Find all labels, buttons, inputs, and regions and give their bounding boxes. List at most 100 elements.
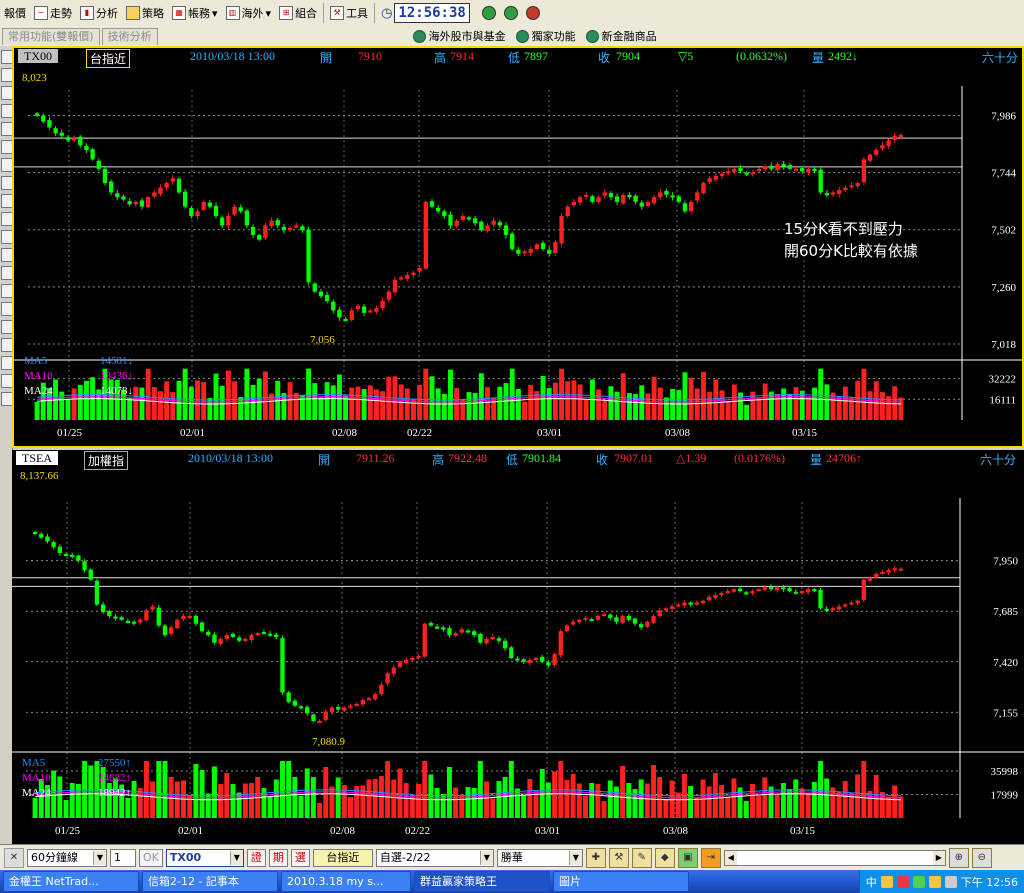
futures-button[interactable]: 期 (268, 848, 288, 867)
scroll-right-icon[interactable]: ▶ (932, 850, 945, 865)
volume-bar (644, 783, 650, 818)
combo-icon: ⊞ (279, 6, 294, 20)
export-icon[interactable]: ▣ (677, 847, 698, 868)
candle-body (138, 619, 143, 623)
volume-bar (539, 769, 545, 818)
taskbar: 金權王 NetTrad... 信箱2-12 - 記事本 2010.3.18 my… (0, 870, 1024, 893)
pencil-icon[interactable]: ✎ (631, 847, 652, 868)
toolbar-overseas[interactable]: ▥ 海外 ▾ (222, 2, 276, 24)
task-label: 圖片 (559, 875, 581, 888)
volume-bar (719, 785, 725, 818)
candle-body (485, 225, 490, 231)
candle-body (836, 606, 842, 610)
ime-indicator[interactable]: 中 (866, 874, 877, 890)
options-button[interactable]: 選 (290, 848, 310, 867)
candle-body (71, 138, 77, 141)
candle-body (355, 305, 361, 310)
candle-body (676, 604, 681, 607)
candle-body (540, 242, 546, 250)
crosshair-icon[interactable]: ✚ (585, 847, 606, 868)
toolbar-trend[interactable]: ~ 走勢 (30, 2, 76, 24)
candle-body (57, 546, 62, 553)
candle-body (669, 606, 675, 609)
tray-icon[interactable] (912, 875, 925, 888)
toolbar-account[interactable]: ▦ 帳務 ▾ (168, 2, 222, 24)
volume-bar (645, 393, 651, 420)
candle-body (658, 192, 663, 198)
volume-bar (366, 779, 372, 818)
horizontal-scrollbar[interactable]: ◀ ▶ (723, 849, 946, 866)
toolbar-quote[interactable]: 報價 (0, 2, 30, 24)
eraser-icon[interactable]: ◆ (654, 847, 675, 868)
ok-button[interactable]: OK (139, 848, 163, 867)
task-item[interactable]: 2010.3.18 my s... (281, 871, 411, 892)
volume-bar (861, 368, 867, 420)
candle-body (423, 201, 428, 269)
volume-bar (818, 761, 823, 818)
collapse-icon[interactable]: ✕ (4, 847, 24, 868)
task-item[interactable]: 金權王 NetTrad... (3, 871, 139, 892)
x-tick-label: 02/08 (330, 825, 356, 837)
candle-body (380, 301, 385, 309)
link-exclusive[interactable]: 獨家功能 (515, 28, 576, 44)
ma24-name: MA24 (24, 385, 53, 397)
toolbar-analysis[interactable]: ▮ 分析 (76, 2, 122, 24)
chevron-down-icon: ▼ (568, 850, 582, 865)
broker-select[interactable]: 勝華 ▼ (496, 848, 583, 867)
task-item[interactable]: 群益贏家策略王 (414, 871, 550, 892)
chart-panel-tsea[interactable]: TSEA 加權指 2010/03/18 13:00 開 7911.26 高 79… (12, 450, 1024, 844)
volume-icon[interactable] (944, 875, 957, 888)
volume-bar (824, 778, 830, 818)
zoom-out-icon[interactable]: ⊖ (971, 847, 992, 868)
candle-body (386, 291, 391, 300)
task-item[interactable]: 信箱2-12 - 記事本 (142, 871, 278, 892)
x-tick-label: 03/08 (663, 825, 689, 837)
globe-icon (412, 29, 426, 43)
symbol-input[interactable]: TX00 ▼ (165, 848, 244, 867)
green-circle-button[interactable] (481, 6, 496, 20)
tray-icon[interactable] (896, 875, 909, 888)
toolbar-tools[interactable]: ⚒ 工具 (326, 2, 372, 24)
toolbar-strategy[interactable]: 策略 (122, 2, 168, 24)
tab-tech-analysis[interactable]: 技術分析 (101, 27, 158, 45)
tray-icon[interactable] (880, 875, 893, 888)
candle-body (212, 634, 217, 643)
chart-panel-tx00[interactable]: TX00 台指近 2010/03/18 13:00 開 7910 高 7914 … (12, 46, 1024, 448)
stock-button[interactable]: 證 (246, 848, 266, 867)
candle-body (867, 577, 873, 581)
main-toolbar: 報價 ~ 走勢 ▮ 分析 策略 ▦ 帳務 ▾ ▥ 海外 ▾ ⊞ 組合 ⚒ 工具 ◷ 12:56:3… (0, 0, 1024, 27)
wrench-icon[interactable]: ⚒ (608, 847, 629, 868)
green-circle-button-2[interactable] (503, 6, 518, 20)
volume-bar (262, 371, 268, 420)
candle-body (769, 165, 774, 169)
volume-bar (403, 783, 409, 818)
x-tick-label: 02/22 (407, 427, 432, 439)
candle-body (312, 283, 317, 292)
period-select[interactable]: 60分鐘線 ▼ (27, 848, 107, 867)
secondary-toolbar: 常用功能(雙報價) 技術分析 海外股市與基金 獨家功能 新金融商品 (0, 26, 1024, 47)
count-input[interactable]: 1 (110, 848, 136, 867)
volume-bar (448, 369, 453, 420)
volume-bar (725, 401, 731, 420)
link-overseas-stocks[interactable]: 海外股市與基金 (412, 28, 506, 44)
tab-common[interactable]: 常用功能(雙報價) (2, 27, 100, 45)
toolbar-combo[interactable]: ⊞ 組合 (275, 2, 321, 24)
candle-body (348, 705, 353, 708)
watchlist-select[interactable]: 自選-2/22 ▼ (375, 848, 494, 867)
tray-icon[interactable] (928, 875, 941, 888)
candle-body (799, 591, 805, 594)
candle-body (189, 208, 194, 217)
candle-body (244, 210, 250, 226)
candle-body (521, 659, 526, 662)
candle-body (768, 586, 774, 590)
y-tick-label: 7,260 (991, 282, 1016, 294)
red-circle-button[interactable] (525, 6, 540, 20)
task-item[interactable]: 圖片 (553, 871, 689, 892)
scroll-left-icon[interactable]: ◀ (724, 850, 737, 865)
zoom-in-icon[interactable]: ⊕ (948, 847, 969, 868)
volume-bar (731, 778, 737, 818)
link-new-products[interactable]: 新金融商品 (585, 28, 657, 44)
candle-body (428, 623, 434, 626)
fit-icon[interactable]: ⇥ (700, 847, 721, 868)
volume-bar (367, 385, 373, 420)
